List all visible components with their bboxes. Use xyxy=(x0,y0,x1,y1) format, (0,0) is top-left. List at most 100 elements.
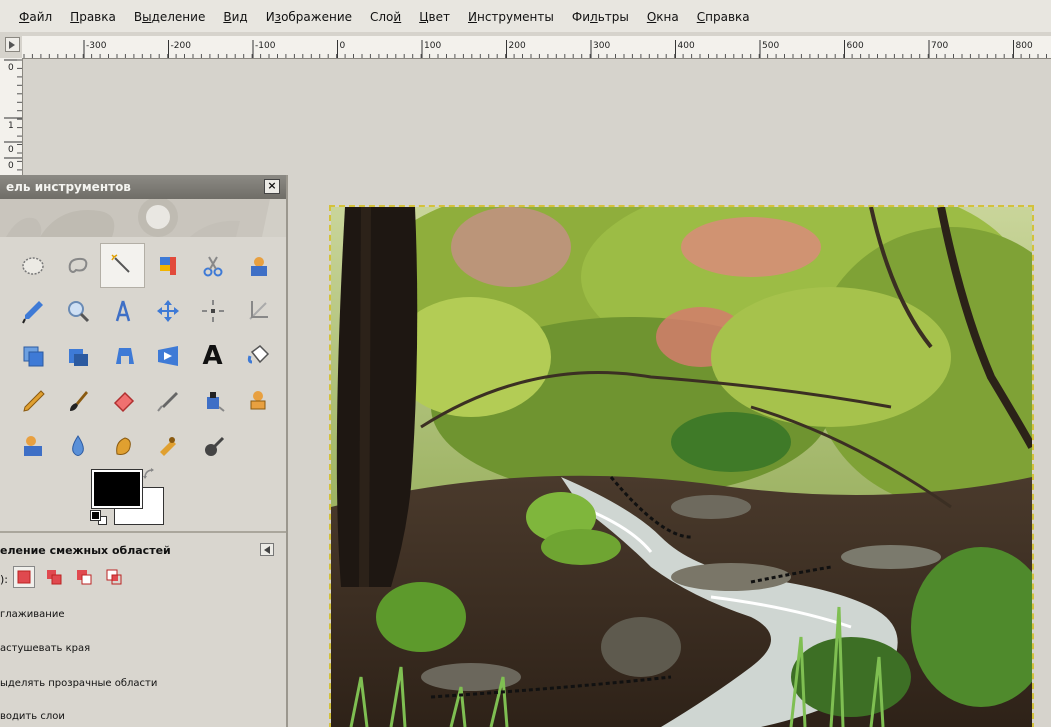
tool-button[interactable] xyxy=(100,333,145,378)
text-icon: A xyxy=(202,340,223,371)
menu-item-mnemonic: л xyxy=(590,10,598,24)
tool-button[interactable] xyxy=(100,378,145,423)
vertical-ruler[interactable]: 0 1 0 0 xyxy=(0,58,23,180)
divider xyxy=(0,531,286,533)
horizontal-ruler[interactable]: -300 -200 -100 0 100 200 300 400 500 600 700 800 xyxy=(22,36,1051,59)
image-canvas[interactable] xyxy=(329,205,1034,727)
tool-grid: A xyxy=(10,243,280,468)
menu-item-text: В xyxy=(133,10,143,24)
menu-item[interactable]: Слой xyxy=(370,10,401,24)
tool-options-title: еление смежных областей xyxy=(0,544,171,557)
tool-button[interactable] xyxy=(145,243,190,288)
intersect-mode-button[interactable] xyxy=(103,566,125,588)
default-colors-button[interactable] xyxy=(90,510,101,521)
tool-button[interactable] xyxy=(10,333,55,378)
tool-button[interactable] xyxy=(235,243,280,288)
tool-button[interactable] xyxy=(190,423,235,468)
tool-button[interactable] xyxy=(100,423,145,468)
menu-item[interactable]: Вид xyxy=(223,10,247,24)
menu-item-text: айл xyxy=(29,10,53,24)
tool-options-menu-button[interactable] xyxy=(260,543,274,556)
ellipse-select-icon xyxy=(21,256,44,275)
color-select-icon xyxy=(159,256,176,275)
ruler-label: 100 xyxy=(424,41,441,51)
tool-button[interactable] xyxy=(235,333,280,378)
antialiasing-option[interactable]: глаживание xyxy=(0,609,65,620)
menu-item[interactable]: Справка xyxy=(697,10,750,24)
menu-item[interactable]: Фильтры xyxy=(572,10,629,24)
tool-button[interactable] xyxy=(190,378,235,423)
measure-icon xyxy=(115,300,130,321)
foreground-color-swatch[interactable] xyxy=(91,469,143,509)
menu-item[interactable]: Выделение xyxy=(134,10,205,24)
tool-button[interactable] xyxy=(145,378,190,423)
menu-item-text: деление xyxy=(151,10,206,24)
menu-item-text: кна xyxy=(656,10,679,24)
tool-button[interactable] xyxy=(55,378,100,423)
tool-button[interactable] xyxy=(10,243,55,288)
tool-button[interactable] xyxy=(235,288,280,333)
menu-item[interactable]: Окна xyxy=(647,10,679,24)
ruler-corner-button[interactable] xyxy=(5,37,20,52)
align-icon xyxy=(201,299,224,322)
tool-button[interactable] xyxy=(190,288,235,333)
menu-item[interactable]: Изображение xyxy=(266,10,352,24)
tool-button[interactable] xyxy=(10,423,55,468)
tool-button[interactable] xyxy=(10,288,55,333)
shear-icon xyxy=(115,347,134,364)
crop-icon xyxy=(248,300,268,320)
tool-button[interactable] xyxy=(145,423,190,468)
feather-edges-option[interactable]: астушевать края xyxy=(0,643,90,654)
ruler-label: 700 xyxy=(931,41,948,51)
tool-button[interactable] xyxy=(190,243,235,288)
menu-item-mnemonic: С xyxy=(696,10,706,24)
menu-item[interactable]: Файл xyxy=(19,10,52,24)
ruler-label: 0 xyxy=(8,63,14,73)
subtract-mode-button[interactable] xyxy=(73,566,95,588)
menu-item-text: ображение xyxy=(281,10,352,24)
zoom-icon xyxy=(67,300,89,322)
toolbox-title[interactable]: ель инструментов xyxy=(0,175,286,199)
subtract-mode-icon xyxy=(77,570,92,585)
close-button[interactable]: × xyxy=(264,179,280,194)
ruler-label: 600 xyxy=(847,41,864,51)
scissors-icon xyxy=(203,255,222,276)
select-transparent-option[interactable]: ыделять прозрачные области xyxy=(0,678,157,689)
add-mode-icon xyxy=(47,570,62,585)
intersect-mode-icon xyxy=(106,569,122,585)
menu-item[interactable]: Инструменты xyxy=(468,10,554,24)
tool-button[interactable] xyxy=(100,243,145,288)
menu-item[interactable]: Правка xyxy=(70,10,116,24)
menu-item-text: Сло xyxy=(370,10,394,24)
swap-colors-icon[interactable] xyxy=(142,467,156,481)
tool-button[interactable]: A xyxy=(190,333,235,378)
add-mode-button[interactable] xyxy=(43,566,65,588)
menu-item-mnemonic: й xyxy=(393,10,402,24)
ruler-label: -300 xyxy=(86,41,107,51)
eraser-icon xyxy=(113,391,134,412)
replace-mode-icon xyxy=(17,570,31,584)
tool-button[interactable] xyxy=(100,288,145,333)
tool-button[interactable] xyxy=(235,378,280,423)
tool-button[interactable] xyxy=(145,333,190,378)
tool-button[interactable] xyxy=(145,288,190,333)
vertical-ruler-ticks: 0 1 0 0 xyxy=(4,59,22,179)
tool-button[interactable] xyxy=(55,333,100,378)
smudge-icon xyxy=(115,436,131,455)
tool-button[interactable] xyxy=(55,423,100,468)
color-picker-icon xyxy=(21,300,43,323)
menu-bar: Файл Правка Выделение Вид Изображение Слой Цве… xyxy=(0,0,1051,32)
tool-button[interactable] xyxy=(10,378,55,423)
move-icon xyxy=(156,299,179,322)
perspective-icon xyxy=(157,345,178,366)
menu-item-text: ид xyxy=(231,10,248,24)
replace-mode-button[interactable] xyxy=(13,566,35,588)
bucket-fill-icon xyxy=(247,344,269,363)
sample-merged-option[interactable]: водить слои xyxy=(0,711,65,722)
tool-button[interactable] xyxy=(55,243,100,288)
menu-item[interactable]: Цвет xyxy=(419,10,450,24)
dodge-icon xyxy=(204,436,224,456)
tool-button[interactable] xyxy=(55,288,100,333)
menu-item-mnemonic: И xyxy=(467,10,477,24)
menu-item-mnemonic: ы xyxy=(142,10,152,24)
